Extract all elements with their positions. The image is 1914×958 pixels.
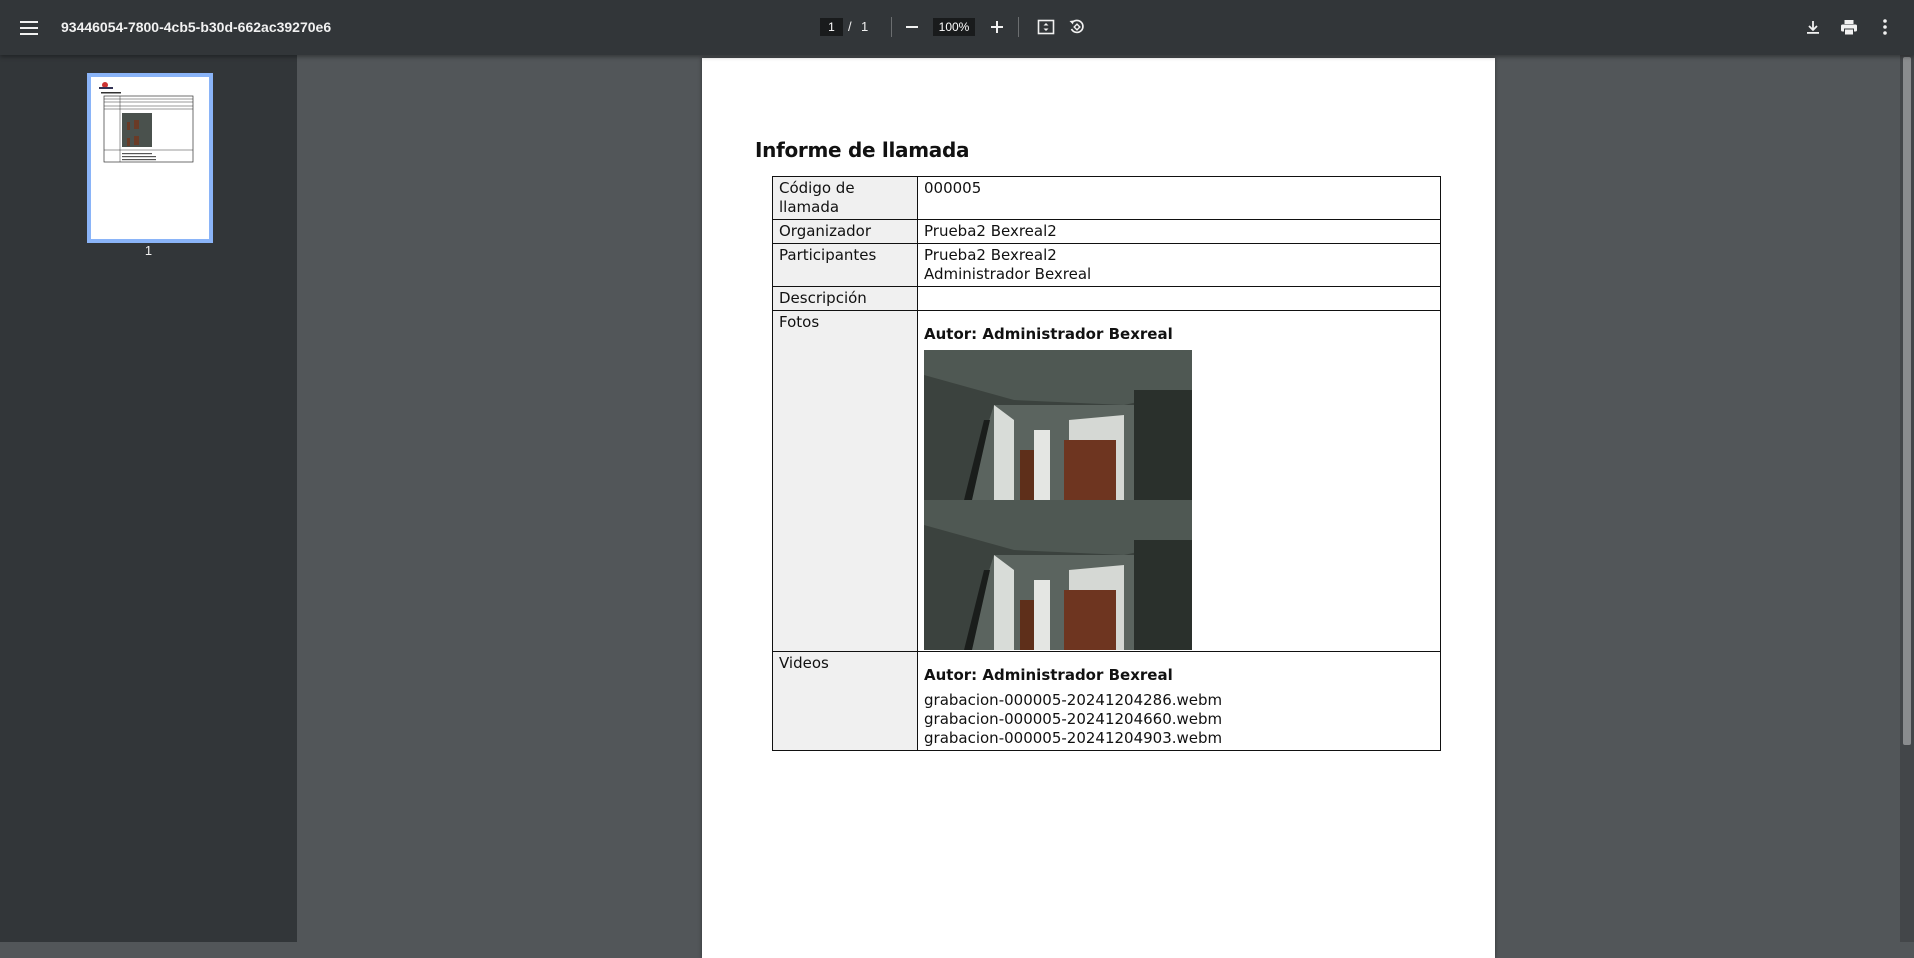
table-row: Descripción [772,286,1441,311]
photo-author: Autor: Administrador Bexreal [924,325,1173,343]
row-label: Participantes [772,243,918,287]
row-label: Organizador [772,219,918,244]
table-row: Organizador Prueba2 Bexreal2 [772,219,1441,244]
vertical-scrollbar[interactable] [1900,55,1914,942]
call-code-value: 000005 [917,176,1441,220]
print-icon[interactable] [1838,16,1860,38]
row-label: Videos [772,651,918,751]
participants-value: Prueba2 Bexreal2 Administrador Bexreal [917,243,1441,287]
table-row: Fotos Autor: Administrador Bexreal [772,310,1441,652]
page-total: 1 [861,19,869,34]
table-row: Participantes Prueba2 Bexreal2 Administr… [772,243,1441,287]
page-separator: / [848,19,852,34]
zoom-in-icon[interactable] [987,17,1007,37]
photos-value: Autor: Administrador Bexreal [917,310,1441,652]
video-author: Autor: Administrador Bexreal [924,666,1173,684]
videos-value: Autor: Administrador Bexreal grabacion-0… [917,651,1441,751]
document-title: 93446054-7800-4cb5-b30d-662ac39270e6 [61,19,332,35]
pdf-page: Informe de llamada Código de llamada 000… [702,58,1495,958]
call-photo [924,350,1192,500]
participant-name: Prueba2 Bexreal2 [924,246,1057,264]
organizer-value: Prueba2 Bexreal2 [917,219,1441,244]
zoom-out-icon[interactable] [902,17,922,37]
pdf-toolbar: 93446054-7800-4cb5-b30d-662ac39270e6 1 /… [0,0,1914,55]
table-row: Videos Autor: Administrador Bexreal grab… [772,651,1441,751]
row-label: Fotos [772,310,918,652]
video-file: grabacion-000005-20241204903.webm [924,729,1223,747]
menu-icon[interactable] [14,13,44,43]
report-heading: Informe de llamada [755,138,970,162]
thumbnail-preview [99,82,194,163]
row-label: Código de llamada [772,176,918,220]
table-row: Código de llamada 000005 [772,176,1441,220]
toolbar-divider [1018,17,1019,37]
download-icon[interactable] [1802,16,1824,38]
zoom-level-input[interactable]: 100% [933,18,975,36]
page-number-input[interactable]: 1 [820,18,843,36]
thumbnail-sidebar: 1 [0,55,297,942]
call-photo [924,500,1192,650]
rotate-icon[interactable] [1066,16,1088,38]
toolbar-divider [891,17,892,37]
video-file: grabacion-000005-20241204660.webm [924,710,1223,728]
description-value [917,286,1441,311]
fit-page-icon[interactable] [1035,16,1057,38]
thumbnail-page-number: 1 [144,243,153,258]
participant-name: Administrador Bexreal [924,265,1092,283]
page-thumbnail[interactable] [87,73,213,243]
video-file: grabacion-000005-20241204286.webm [924,691,1223,709]
call-report-table: Código de llamada 000005 Organizador Pru… [772,176,1441,751]
more-options-icon[interactable] [1875,16,1895,38]
row-label: Descripción [772,286,918,311]
scrollbar-thumb[interactable] [1903,57,1911,745]
